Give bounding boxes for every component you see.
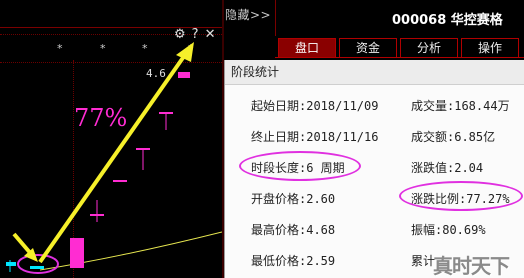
help-icon[interactable]: ?: [192, 27, 199, 42]
dialog-title: 阶段统计: [225, 60, 524, 85]
candle-up: [159, 112, 173, 114]
gear-icon[interactable]: ⚙: [174, 27, 186, 42]
stat-value: 2.59: [306, 254, 336, 268]
chart-icon-bar: ⚙ ? ✕: [174, 27, 215, 42]
stat-start-date: 起始日期:2018/11/09: [251, 97, 378, 114]
arrow-head: [176, 42, 194, 62]
stat-label: 起始日期:: [251, 99, 307, 113]
stat-value: 2.04: [454, 161, 484, 175]
stat-label: 涨跌值:: [411, 161, 455, 175]
hide-panel-link[interactable]: 隐藏>>: [225, 6, 271, 23]
stat-value: 2.60: [306, 192, 336, 206]
stat-turnover: 成交额:6.85亿: [411, 128, 495, 145]
stock-title: 000068 华控赛格: [392, 13, 503, 28]
stat-volume: 成交量:168.44万: [411, 97, 510, 114]
tabs-underline: [275, 57, 524, 58]
stat-label: 成交量:: [411, 99, 455, 113]
candle-up: [70, 238, 84, 268]
stat-value: 6.85亿: [454, 130, 496, 144]
stat-label: 累计: [411, 254, 436, 268]
stat-label: 最低价格:: [251, 254, 307, 268]
stat-value: 4.68: [306, 223, 336, 237]
period-stats-dialog: 阶段统计 起始日期:2018/11/09 终止日期:2018/11/16 时段长…: [224, 60, 524, 278]
stat-value: 2018/11/16: [306, 130, 379, 144]
stat-cumulative: 累计: [411, 252, 435, 269]
tab-fenxi[interactable]: 分析: [400, 38, 458, 58]
candle-down: [6, 262, 16, 266]
stat-label: 开盘价格:: [251, 192, 307, 206]
stat-value: 80.69%: [442, 223, 486, 237]
tab-zijin[interactable]: 资金: [339, 38, 397, 58]
tab-pankou[interactable]: 盘口: [278, 38, 336, 58]
candle-up: [136, 148, 150, 150]
candle-down: [30, 266, 44, 269]
start-highlight-ellipse: [17, 254, 59, 274]
gain-percent-label: 77%: [74, 104, 128, 132]
stat-label: 终止日期:: [251, 130, 307, 144]
high-price-label: 4.6: [146, 67, 166, 80]
stat-open-price: 开盘价格:2.60: [251, 190, 335, 207]
stat-label: 最高价格:: [251, 223, 307, 237]
kline-chart[interactable]: * * * * ⚙ ? ✕ 77% 4.6: [0, 0, 222, 278]
close-icon[interactable]: ✕: [205, 27, 216, 42]
stat-change-value: 涨跌值:2.04: [411, 159, 483, 176]
stat-label: 振幅:: [411, 223, 443, 237]
stat-end-date: 终止日期:2018/11/16: [251, 128, 378, 145]
tab-caozuo[interactable]: 操作: [461, 38, 519, 58]
period-highlight-ellipse: [239, 151, 361, 181]
percent-highlight-ellipse: [399, 181, 523, 211]
stat-low-price: 最低价格:2.59: [251, 252, 335, 269]
stat-high-price: 最高价格:4.68: [251, 221, 335, 238]
arrow-shaft: [38, 50, 189, 264]
stat-amplitude: 振幅:80.69%: [411, 221, 486, 238]
stat-value: 2018/11/09: [306, 99, 379, 113]
candle-up: [90, 214, 104, 216]
stat-label: 成交额:: [411, 130, 455, 144]
moving-average-line: [39, 231, 222, 271]
stat-value: 168.44万: [454, 99, 510, 113]
candle-up: [178, 72, 190, 78]
candle-up: [113, 180, 127, 182]
info-tabs: 盘口 资金 分析 操作: [278, 38, 519, 58]
watermark: 真时天下: [433, 254, 510, 278]
